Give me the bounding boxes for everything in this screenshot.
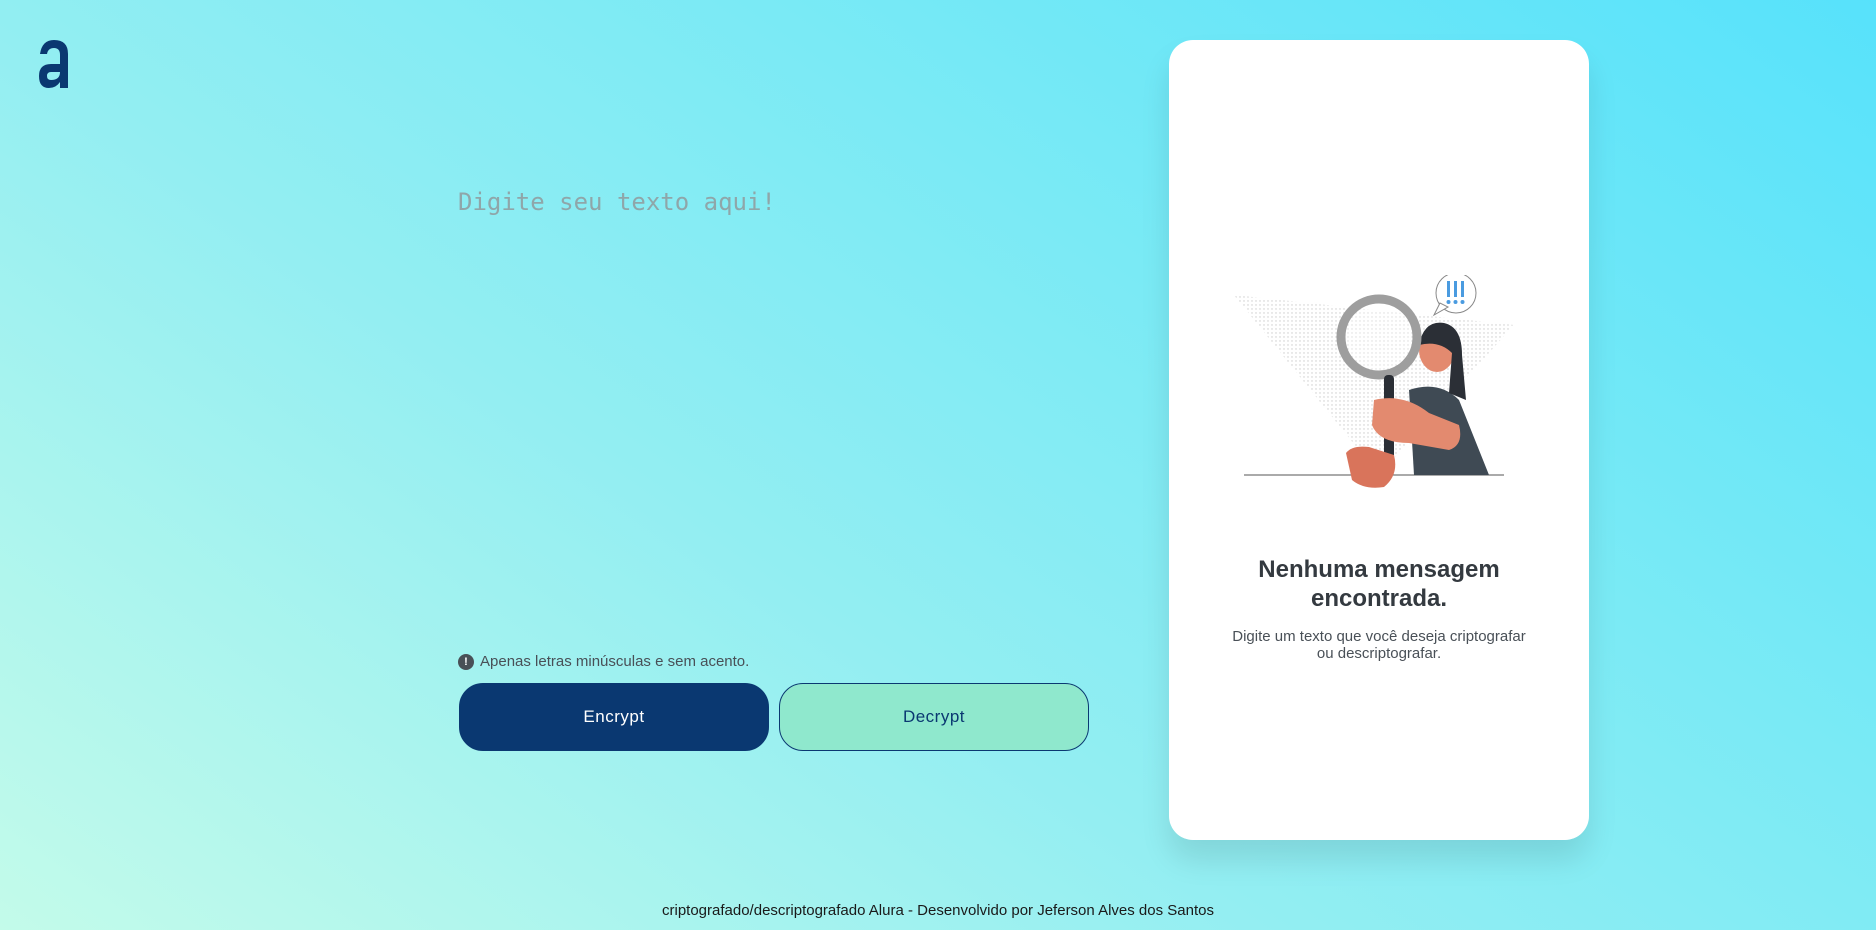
alura-logo-icon <box>39 40 68 88</box>
woman-magnifying-glass-illustration <box>1234 275 1514 488</box>
message-input[interactable] <box>458 188 1078 608</box>
empty-state-subtitle: Digite um texto que você deseja criptogr… <box>1232 628 1526 662</box>
exclamation-icon: ! <box>458 653 474 670</box>
result-panel: Nenhuma mensagem encontrada. Digite um t… <box>1169 40 1589 840</box>
decrypt-button[interactable]: Decrypt <box>779 683 1089 751</box>
encrypt-button[interactable]: Encrypt <box>459 683 769 751</box>
input-hint: ! Apenas letras minúsculas e sem acento. <box>458 653 749 670</box>
footer-credit: criptografado/descriptografado Alura - D… <box>662 902 1214 919</box>
hint-text: Apenas letras minúsculas e sem acento. <box>480 653 750 670</box>
empty-state-title: Nenhuma mensagem encontrada. <box>1258 556 1500 612</box>
